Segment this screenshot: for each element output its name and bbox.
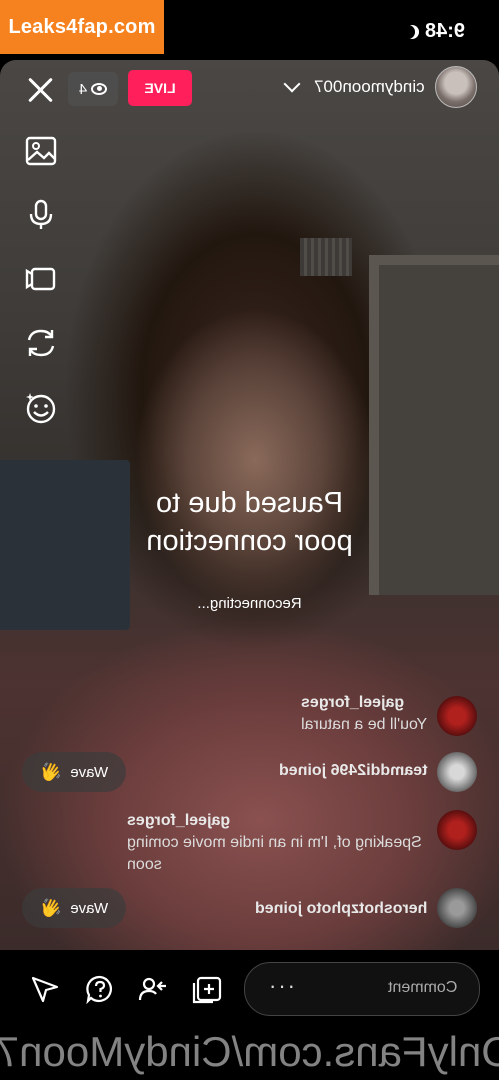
join-text: heroshotzphoto joined [255,898,427,920]
footer-watermark: OnlyFans.com/CindyMoon7 [0,1028,499,1075]
wave-button[interactable]: Wave 👋 [22,888,126,928]
question-icon[interactable] [85,974,115,1005]
eye-icon [91,83,108,95]
paused-message: Paused due to poor connection [0,484,499,560]
wave-label: Wave [70,899,109,917]
effects-icon[interactable] [24,390,58,424]
share-icon[interactable] [30,974,60,1004]
paused-line-1: Paused due to [155,487,344,519]
gallery-icon[interactable] [24,134,58,168]
background-vent [300,238,352,276]
join-username: teamddi2496 joined [278,762,428,779]
host-name[interactable]: cindymoon007 [314,77,425,97]
microphone-icon[interactable] [24,198,58,232]
viewer-count-value: 4 [78,80,88,98]
comment-message: You'll be a natural [300,716,427,733]
commenter-avatar[interactable] [437,810,477,850]
join-text: teamddi2496 joined [279,760,428,782]
comment-username[interactable]: gajeel_forges [127,810,427,832]
clock: 9:48 [424,20,465,42]
comment-text: gajeel_forges You'll be a natural [301,692,427,736]
add-content-icon[interactable] [192,974,222,1004]
host-avatar[interactable] [435,66,477,108]
comment-placeholder: Comment [387,979,457,996]
wave-label: Wave [70,763,109,781]
invite-guest-icon[interactable] [138,974,168,1004]
host-info[interactable]: cindymoon007 [283,66,477,108]
wave-hand-icon: 👋 [39,761,63,782]
comment-text: gajeel_forges Speaking of, I'm in an ind… [127,810,427,876]
join-username: heroshotzphoto joined [254,900,427,917]
commenter-avatar[interactable] [437,752,477,792]
comment-input[interactable]: ··· Comment [244,962,480,1016]
status-bar-time: 9:48 [405,20,465,43]
do-not-disturb-icon [401,25,415,39]
live-badge: LIVE [128,70,192,106]
comment-username[interactable]: gajeel_forges [301,692,427,714]
chevron-down-icon[interactable] [283,75,301,93]
viewer-count[interactable]: 4 [68,72,118,106]
more-options-icon[interactable]: ··· [269,973,297,999]
commenter-avatar[interactable] [437,696,477,736]
close-icon[interactable] [24,74,56,106]
commenter-avatar[interactable] [437,888,477,928]
comment-message: Speaking of, I'm in an indie movie comin… [127,834,422,873]
wave-hand-icon: 👋 [39,897,63,918]
tool-column [24,134,58,424]
paused-line-2: poor connection [146,525,353,557]
reconnecting-status: Reconnecting... [197,595,302,612]
wave-button[interactable]: Wave 👋 [22,752,126,792]
watermark-banner: Leaks4fap.com [0,0,164,54]
flip-camera-icon[interactable] [24,326,58,360]
camera-icon[interactable] [24,262,58,296]
